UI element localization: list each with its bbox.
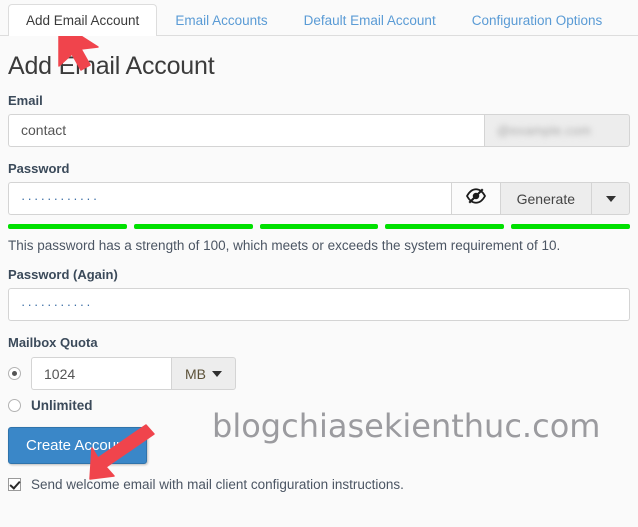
eye-slash-icon: [465, 187, 487, 210]
quota-unit-label: MB: [185, 365, 206, 382]
password-input[interactable]: ············: [8, 182, 451, 215]
tab-email-accounts[interactable]: Email Accounts: [157, 4, 285, 36]
email-input-group: contact @example.com: [8, 114, 630, 147]
tab-label: Configuration Options: [471, 12, 603, 28]
quota-unlimited-label: Unlimited: [31, 398, 93, 413]
email-label: Email: [8, 93, 43, 108]
quota-unit-dropdown[interactable]: MB: [171, 357, 236, 390]
password-again-input[interactable]: ···········: [8, 288, 630, 321]
create-account-button[interactable]: Create Account: [8, 427, 147, 464]
caret-down-icon: [212, 370, 222, 377]
tab-label: Default Email Account: [303, 12, 436, 28]
password-label: Password: [8, 161, 70, 176]
password-again-label: Password (Again): [8, 267, 118, 282]
email-input[interactable]: contact: [8, 114, 484, 147]
create-account-button-label: Create Account: [26, 437, 129, 454]
email-domain-addon: @example.com: [484, 114, 630, 147]
generate-button-label: Generate: [516, 190, 575, 207]
mailbox-quota-label: Mailbox Quota: [8, 335, 98, 350]
tab-label: Email Accounts: [175, 12, 268, 28]
strength-segment: [259, 224, 379, 229]
email-domain-text: @example.com: [497, 123, 592, 138]
password-strength-meter: [8, 224, 630, 229]
tab-default-email-account[interactable]: Default Email Account: [286, 4, 454, 36]
quota-fixed-row: 1024 MB: [8, 357, 630, 390]
page-title: Add Email Account: [8, 52, 215, 80]
password-masked-value: ············: [21, 191, 100, 206]
generate-options-dropdown-button[interactable]: [592, 182, 630, 215]
tab-configuration-options[interactable]: Configuration Options: [454, 4, 621, 36]
strength-segment: [133, 224, 253, 229]
welcome-email-row: Send welcome email with mail client conf…: [8, 477, 630, 492]
password-again-masked-value: ···········: [21, 297, 93, 312]
toggle-password-visibility-button[interactable]: [450, 182, 501, 215]
welcome-email-label: Send welcome email with mail client conf…: [31, 477, 404, 492]
tab-bar: Add Email Account Email Accounts Default…: [0, 0, 638, 36]
quota-fixed-radio[interactable]: [8, 367, 21, 380]
strength-segment: [511, 224, 630, 229]
main-content: Add Email Account Email contact @example…: [0, 52, 638, 492]
tab-label: Add Email Account: [26, 12, 140, 28]
generate-password-button[interactable]: Generate: [500, 182, 592, 215]
quota-unlimited-radio[interactable]: [8, 399, 21, 412]
quota-value-input[interactable]: 1024: [31, 357, 171, 390]
password-strength-text: This password has a strength of 100, whi…: [8, 238, 561, 253]
strength-segment: [385, 224, 505, 229]
caret-down-icon: [605, 195, 616, 202]
strength-segment: [8, 224, 127, 229]
tab-add-email-account[interactable]: Add Email Account: [8, 4, 158, 36]
quota-unlimited-row: Unlimited: [8, 398, 630, 413]
welcome-email-checkbox[interactable]: [8, 478, 21, 491]
password-input-group: ············ Generate: [8, 182, 630, 215]
